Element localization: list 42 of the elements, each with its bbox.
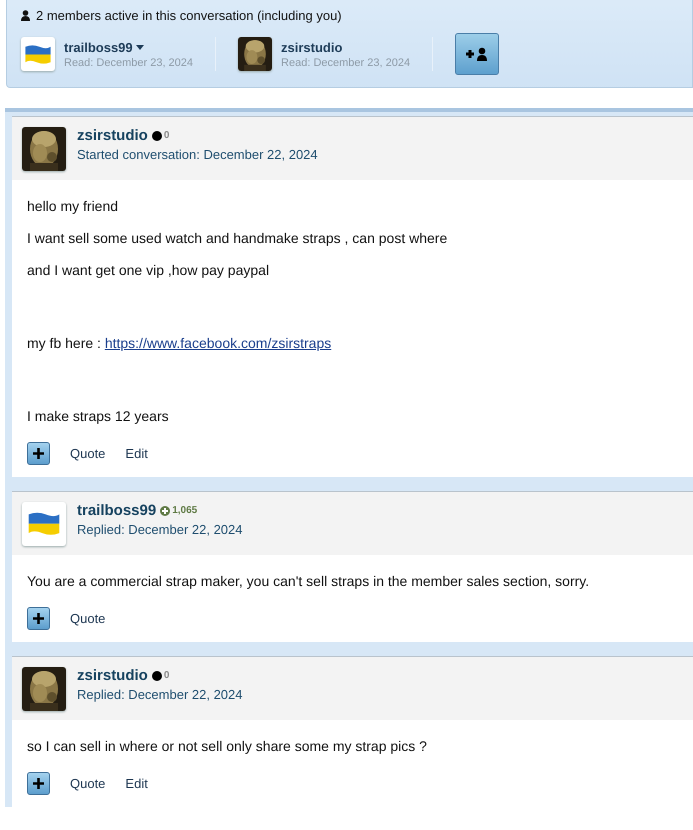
caret-icon[interactable]	[136, 44, 144, 50]
reputation-count: 0	[164, 670, 170, 681]
plus-button[interactable]	[27, 607, 50, 630]
read-date: Read: December 23, 2024	[281, 56, 410, 68]
message-text: You are a commercial strap maker, you can't sell straps in the member sales section, sorry.	[27, 573, 590, 589]
plus-button[interactable]	[27, 772, 50, 795]
plus-button[interactable]	[27, 442, 50, 465]
plus-icon	[33, 778, 44, 789]
message-text: so I can sell in where or not sell only share some my strap pics ?	[27, 738, 427, 754]
author-name[interactable]: zsirstudio	[77, 127, 148, 144]
dot-icon	[152, 670, 162, 680]
participant-name[interactable]: trailboss99	[64, 40, 133, 54]
author-name[interactable]: trailboss99	[77, 502, 156, 519]
person-icon	[21, 10, 30, 21]
plus-icon	[33, 448, 44, 459]
plus-icon	[33, 613, 44, 624]
action-link[interactable]: Quote	[70, 446, 106, 461]
message-text: I make straps 12 years	[27, 408, 169, 424]
read-date: Read: December 23, 2024	[64, 56, 194, 68]
message-text: my fb here : https://www.facebook.com/zsirstraps	[27, 335, 332, 351]
message-text: I want sell some used watch and handmake straps , can post where	[27, 230, 448, 246]
plus-circle-icon	[160, 506, 170, 516]
message-date: Started conversation: December 22, 2024	[77, 147, 318, 162]
message-date: Replied: December 22, 2024	[77, 522, 242, 537]
message-date: Replied: December 22, 2024	[77, 687, 242, 702]
flag-icon	[27, 511, 61, 537]
action-link[interactable]: Quote	[70, 611, 106, 626]
action-link[interactable]: Edit	[125, 776, 148, 791]
link[interactable]: https://www.facebook.com/zsirstraps	[104, 335, 332, 351]
author-name[interactable]: zsirstudio	[77, 667, 148, 684]
reputation-count: 1,065	[172, 505, 198, 516]
members-summary: 2 members active in this conversation (including you)	[36, 8, 342, 23]
flag-icon	[24, 44, 52, 64]
dot-icon	[152, 130, 162, 140]
action-link[interactable]: Quote	[70, 776, 106, 791]
message-text: and I want get one vip ,how pay paypal	[27, 262, 270, 278]
add-member-button[interactable]	[455, 33, 500, 75]
reputation-count: 0	[164, 130, 170, 141]
message-text: hello my friend	[27, 198, 118, 214]
add-person-icon	[465, 47, 490, 61]
action-link[interactable]: Edit	[125, 446, 148, 461]
participant-name[interactable]: zsirstudio	[281, 40, 342, 54]
